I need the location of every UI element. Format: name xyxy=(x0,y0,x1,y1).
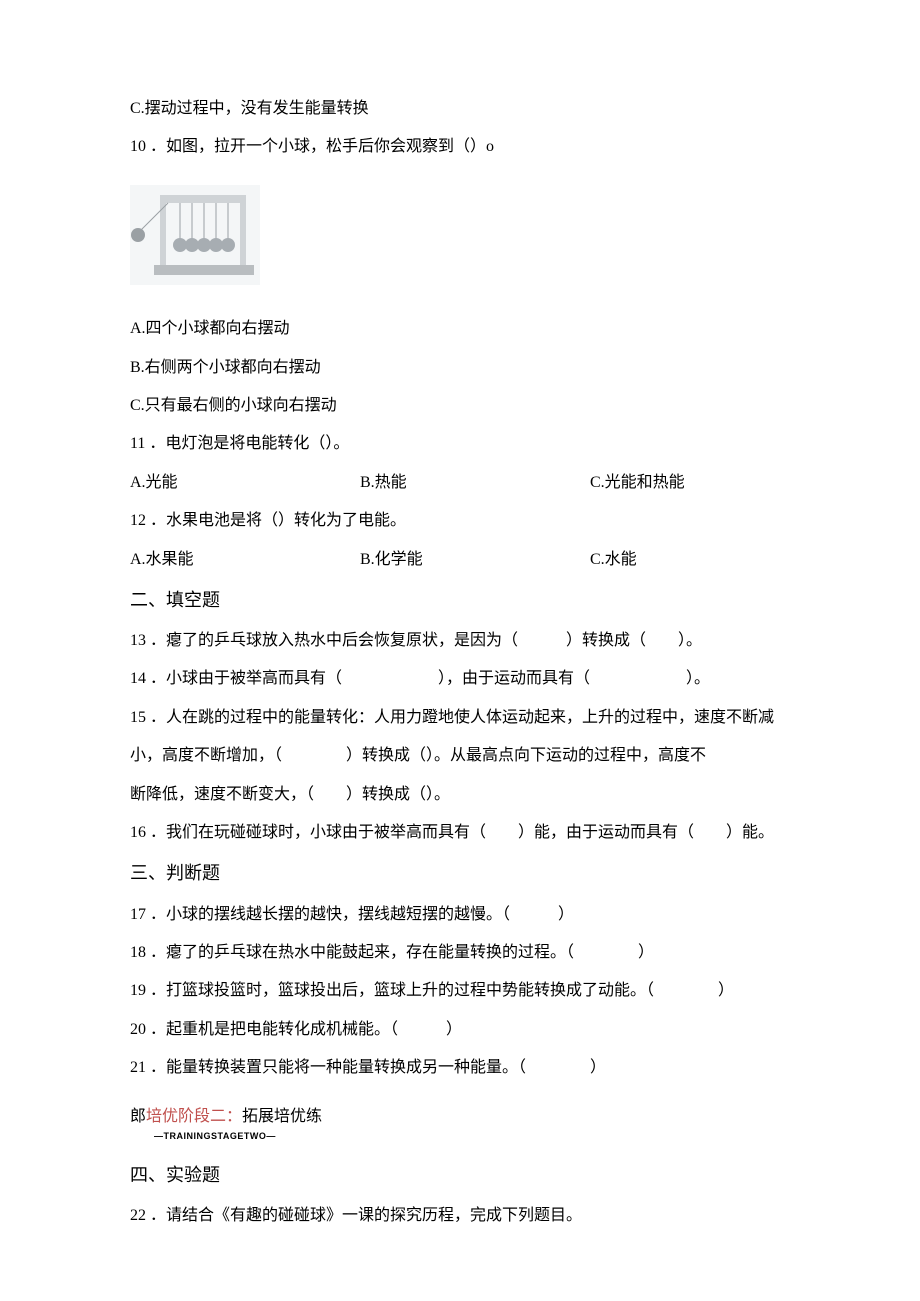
stage-prefix: 郎 xyxy=(130,1108,146,1125)
q13: 13 ．瘪了的乒乓球放入热水中后会恢复原状，是因为（ ）转换成（ ）。 xyxy=(130,622,790,660)
q11-stem: 11 ．电灯泡是将电能转化（）。 xyxy=(130,425,790,463)
q10-option-c: C.只有最右侧的小球向右摆动 xyxy=(130,387,790,425)
q10-option-b: B.右侧两个小球都向右摆动 xyxy=(130,349,790,387)
section-experiment-heading: 四、实验题 xyxy=(130,1154,790,1197)
q12-stem: 12 ．水果电池是将（）转化为了电能。 xyxy=(130,502,790,540)
stage-suffix: 拓展培优练 xyxy=(242,1108,322,1125)
section-judge-heading: 三、判断题 xyxy=(130,852,790,895)
q20: 20 ．起重机是把电能转化成机械能。（ ） xyxy=(130,1011,790,1049)
training-stage-sub: —TRAININGSTAGETWO— xyxy=(154,1126,790,1148)
q12-option-a: A.水果能 xyxy=(130,541,360,579)
q15-line-2: 小，高度不断增加，（ ）转换成（）。从最高点向下运动的过程中，高度不 xyxy=(130,737,790,775)
q11-options: A.光能 B.热能 C.光能和热能 xyxy=(130,464,790,502)
q17: 17 ．小球的摆线越长摆的越快，摆线越短摆的越慢。（ ） xyxy=(130,896,790,934)
newtons-cradle-figure xyxy=(130,185,790,300)
q21: 21 ．能量转换装置只能将一种能量转换成另一种能量。（ ） xyxy=(130,1049,790,1087)
q12-option-c: C.水能 xyxy=(590,541,790,579)
q22: 22 ．请结合《有趣的碰碰球》一课的探究历程，完成下列题目。 xyxy=(130,1197,790,1235)
stage-label: 培优阶段二： xyxy=(146,1108,242,1125)
q11-option-c: C.光能和热能 xyxy=(590,464,790,502)
q11-option-a: A.光能 xyxy=(130,464,360,502)
q15-line-3: 断降低，速度不断变大，（ ）转换成（）。 xyxy=(130,776,790,814)
q12-options: A.水果能 B.化学能 C.水能 xyxy=(130,541,790,579)
q14: 14 ．小球由于被举高而具有（ ），由于运动而具有（ ）。 xyxy=(130,660,790,698)
q9-option-c: C.摆动过程中，没有发生能量转换 xyxy=(130,90,790,128)
q12-option-b: B.化学能 xyxy=(360,541,590,579)
section-fill-heading: 二、填空题 xyxy=(130,579,790,622)
q18: 18 ．瘪了的乒乓球在热水中能鼓起来，存在能量转换的过程。（ ） xyxy=(130,934,790,972)
q16: 16 ．我们在玩碰碰球时，小球由于被举高而具有（ ）能，由于运动而具有（ ）能。 xyxy=(130,814,790,852)
q19: 19 ．打篮球投篮时，篮球投出后，篮球上升的过程中势能转换成了动能。（ ） xyxy=(130,972,790,1010)
q10-option-a: A.四个小球都向右摆动 xyxy=(130,310,790,348)
q11-option-b: B.热能 xyxy=(360,464,590,502)
q15-line-1: 15 ．人在跳的过程中的能量转化：人用力蹬地使人体运动起来，上升的过程中，速度不… xyxy=(130,699,790,737)
q10-stem: 10 ．如图，拉开一个小球，松手后你会观察到（）o xyxy=(130,128,790,166)
